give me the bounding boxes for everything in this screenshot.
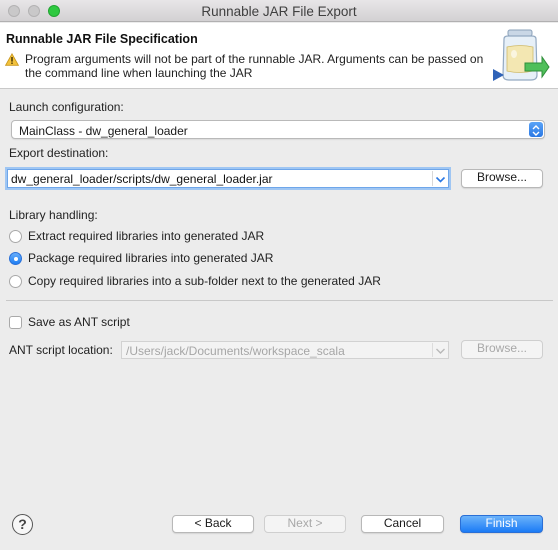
save-ant-script-label[interactable]: Save as ANT script bbox=[28, 315, 130, 329]
banner-message: Program arguments will not be part of th… bbox=[25, 52, 490, 80]
export-destination-input[interactable]: dw_general_loader/scripts/dw_general_loa… bbox=[11, 172, 273, 186]
ant-browse-button: Browse... bbox=[461, 340, 543, 359]
next-button: Next > bbox=[264, 515, 346, 533]
export-dialog: Runnable JAR File Export Runnable JAR Fi… bbox=[0, 0, 558, 550]
ant-script-location-combo: /Users/jack/Documents/workspace_scala bbox=[121, 341, 449, 359]
back-button[interactable]: < Back bbox=[172, 515, 254, 533]
chevron-down-icon[interactable] bbox=[432, 171, 447, 186]
extract-libraries-radio[interactable] bbox=[9, 230, 22, 243]
launch-configuration-value: MainClass - dw_general_loader bbox=[19, 124, 188, 138]
window-title: Runnable JAR File Export bbox=[201, 4, 357, 19]
export-browse-button[interactable]: Browse... bbox=[461, 169, 543, 188]
library-handling-label: Library handling: bbox=[9, 208, 98, 222]
finish-button[interactable]: Finish bbox=[460, 515, 543, 533]
package-libraries-label[interactable]: Package required libraries into generate… bbox=[28, 251, 273, 265]
chevron-down-icon bbox=[432, 343, 447, 357]
export-destination-combo[interactable]: dw_general_loader/scripts/dw_general_loa… bbox=[7, 169, 449, 188]
copy-libraries-radio[interactable] bbox=[9, 275, 22, 288]
title-bar: Runnable JAR File Export bbox=[0, 0, 558, 22]
ant-script-location-input: /Users/jack/Documents/workspace_scala bbox=[126, 344, 345, 358]
warning-icon bbox=[5, 53, 19, 66]
stepper-icon bbox=[529, 122, 543, 137]
copy-libraries-label[interactable]: Copy required libraries into a sub-folde… bbox=[28, 274, 381, 288]
extract-libraries-label[interactable]: Extract required libraries into generate… bbox=[28, 229, 264, 243]
divider bbox=[6, 300, 553, 301]
banner-message-line2: the command line when launching the JAR bbox=[25, 66, 253, 80]
launch-configuration-label: Launch configuration: bbox=[9, 100, 124, 114]
ant-script-location-label: ANT script location: bbox=[9, 343, 113, 357]
package-libraries-radio[interactable] bbox=[9, 252, 22, 265]
page-title: Runnable JAR File Specification bbox=[6, 32, 198, 46]
launch-configuration-select[interactable]: MainClass - dw_general_loader bbox=[11, 120, 545, 139]
help-icon[interactable]: ? bbox=[12, 514, 33, 535]
banner-message-line1: Program arguments will not be part of th… bbox=[25, 52, 484, 66]
jar-export-icon bbox=[493, 29, 550, 81]
cancel-button[interactable]: Cancel bbox=[361, 515, 444, 533]
save-ant-script-checkbox[interactable] bbox=[9, 316, 22, 329]
header-banner: Runnable JAR File Specification Program … bbox=[0, 23, 558, 89]
export-destination-label: Export destination: bbox=[9, 146, 109, 160]
